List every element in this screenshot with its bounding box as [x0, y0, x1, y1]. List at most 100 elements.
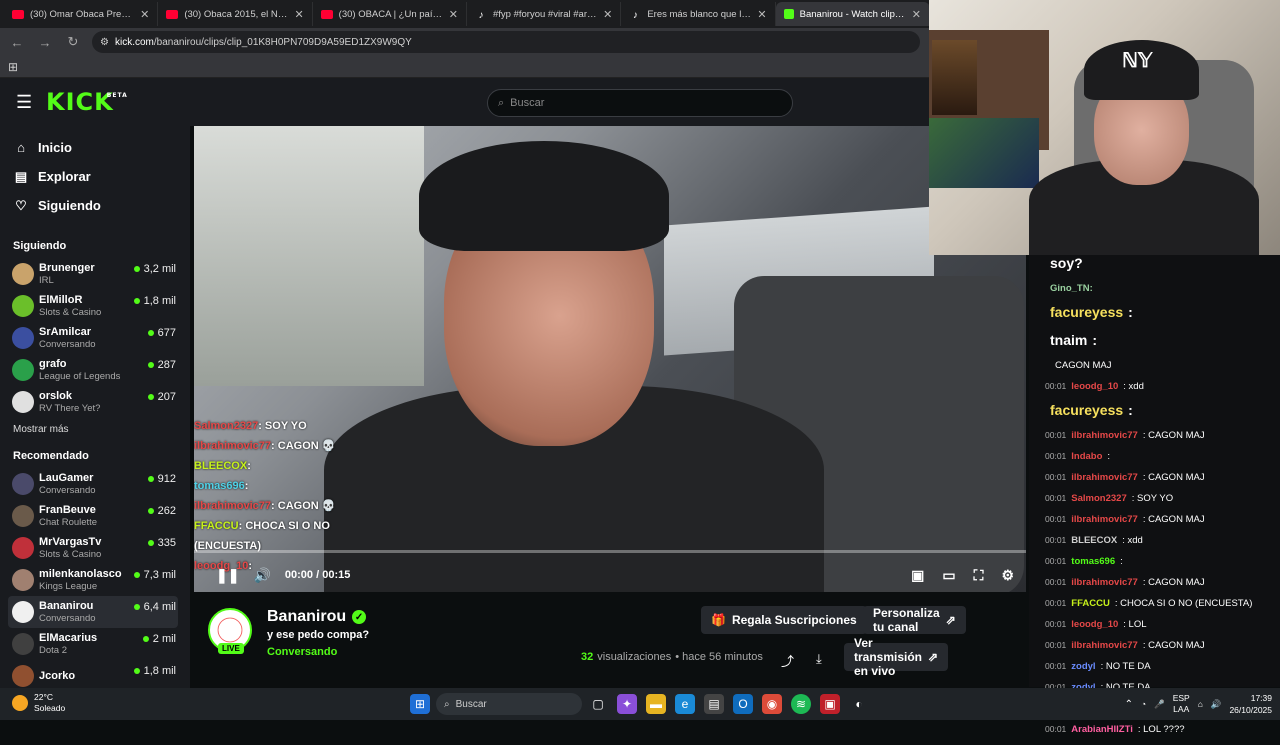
sidebar-nav-item[interactable]: ⌂ Inicio	[0, 133, 190, 162]
browser-tab[interactable]: (30) Omar Obaca Presidente 20 ✕	[4, 2, 159, 26]
chrome-icon[interactable]: ◉	[762, 694, 782, 714]
sidebar-channel[interactable]: Jcorko 1,8 mil	[0, 660, 190, 688]
copilot-icon[interactable]: ✦	[617, 694, 637, 714]
sidebar-channel[interactable]: LauGamer Conversando 912	[0, 468, 190, 500]
channel-name-row[interactable]: Bananirou ✓	[267, 608, 367, 626]
sidebar-nav-item[interactable]: ▤ Explorar	[0, 162, 190, 191]
sidebar-channel[interactable]: FranBeuve Chat Roulette 262	[0, 500, 190, 532]
volume-icon[interactable]: 🔊	[253, 567, 270, 584]
streamer-cap	[419, 141, 669, 251]
channel-avatar	[12, 537, 34, 559]
mic-icon[interactable]: 🎤	[1154, 699, 1165, 710]
sidebar-channel[interactable]: ElMilloR Slots & Casino 1,8 mil	[0, 290, 190, 322]
reload-icon[interactable]: ↻	[64, 34, 82, 50]
forward-icon[interactable]: →	[36, 35, 54, 50]
kick-logo[interactable]: KICK BETA	[46, 88, 127, 116]
viewer-count: 287	[147, 359, 176, 371]
background-poster	[932, 40, 977, 115]
channel-name: Jcorko	[39, 669, 76, 682]
viewer-count: 1,8 mil	[133, 295, 176, 307]
viewer-count: 7,3 mil	[133, 569, 176, 581]
chat-username: zodyl	[1071, 661, 1096, 672]
language-indicator[interactable]: ESP LAA	[1173, 693, 1190, 715]
channel-category[interactable]: Conversando	[267, 646, 337, 658]
close-icon[interactable]: ✕	[294, 8, 303, 21]
tab-label: Bananirou - Watch clips o	[799, 8, 906, 20]
video-progress-bar[interactable]	[194, 550, 1026, 553]
app-icon[interactable]: ▣	[820, 694, 840, 714]
channel-avatar	[12, 633, 34, 655]
live-dot-icon	[147, 394, 154, 400]
sidebar-channel[interactable]: orslok RV There Yet? 207	[0, 386, 190, 418]
share-icon[interactable]: ⤴	[781, 651, 794, 670]
pause-icon[interactable]: ❚❚	[216, 567, 239, 584]
close-icon[interactable]: ✕	[912, 8, 921, 21]
fullscreen-icon[interactable]: ⛶	[974, 567, 984, 584]
browser-tab[interactable]: (30) OBACA | ¿Un país sin drog ✕	[313, 2, 467, 26]
sidebar-nav-label: Siguiendo	[38, 198, 101, 213]
gift-subs-button[interactable]: 🎁 Regala Suscripciones	[701, 606, 867, 634]
browser-tab[interactable]: ♪ Eres más blanco que la leche tú ✕	[621, 2, 776, 26]
chat-username: ilbrahimovic77	[1071, 430, 1138, 441]
sidebar-channel[interactable]: ElMacarius Dota 2 2 mil	[0, 628, 190, 660]
settings-icon[interactable]: ⚙	[1001, 567, 1014, 584]
sidebar-channel[interactable]: Bananirou Conversando 6,4 mil	[8, 596, 178, 628]
close-icon[interactable]: ✕	[449, 8, 458, 21]
site-info-icon[interactable]: ⚙	[100, 37, 109, 48]
spotify-icon[interactable]: ≋	[791, 694, 811, 714]
search-input[interactable]: ⌕ Buscar	[487, 89, 793, 117]
apps-grid-icon[interactable]: ⊞	[8, 60, 18, 74]
sidebar-channel[interactable]: MrVargasTv Slots & Casino 335	[0, 532, 190, 564]
store-icon[interactable]: ▤	[704, 694, 724, 714]
theater-mode-icon[interactable]: ▭	[942, 567, 955, 584]
weather-widget[interactable]: 22°C Soleado	[12, 692, 65, 714]
sidebar-nav-label: Explorar	[38, 169, 91, 184]
viewer-count: 335	[147, 537, 176, 549]
browser-tab[interactable]: ♪ #fyp #foryou #viral #argentina ✕	[467, 2, 622, 26]
show-more-link[interactable]: Mostrar más	[0, 424, 190, 442]
pip-icon[interactable]: ▣	[911, 567, 924, 584]
channel-name: Bananirou	[39, 599, 94, 612]
clock[interactable]: 17:39 26/10/2025	[1229, 692, 1272, 716]
file-explorer-icon[interactable]: ▬	[646, 694, 666, 714]
channel-category: Slots & Casino	[39, 548, 102, 560]
task-view-icon[interactable]: ▢	[588, 694, 608, 714]
sidebar-channel[interactable]: Brunenger IRL 3,2 mil	[0, 258, 190, 290]
browser-tab[interactable]: Bananirou - Watch clips o ✕	[775, 2, 930, 26]
close-icon[interactable]: ✕	[757, 8, 766, 21]
sidebar-nav-item[interactable]: ♡ Siguiendo	[0, 191, 190, 220]
wifi-icon[interactable]: ◔	[1141, 699, 1146, 709]
weather-status: Soleado	[34, 703, 66, 713]
back-icon[interactable]: ←	[8, 35, 26, 50]
sidebar-channel[interactable]: SrAmilcar Conversando 677	[0, 322, 190, 354]
chat-message: 00:01 ilbrahimovic77: CAGON MAJ	[1029, 430, 1280, 451]
edge-icon[interactable]: e	[675, 694, 695, 714]
close-icon[interactable]: ✕	[140, 8, 149, 21]
chat-username: facureyess	[1050, 402, 1124, 418]
menu-icon[interactable]: ☰	[16, 92, 36, 113]
webcam-overlay: ℕ𝕐	[929, 0, 1280, 255]
customize-channel-button[interactable]: Personaliza tu canal ⇗	[863, 606, 966, 634]
taskbar-search[interactable]: ⌕ Buscar	[436, 693, 582, 715]
channel-name: Brunenger	[39, 261, 95, 274]
volume-icon[interactable]: 🔊	[1211, 699, 1222, 710]
sidebar-channel[interactable]: milenkanolasco Kings League 7,3 mil	[0, 564, 190, 596]
chat-username: ilbrahimovic77	[1071, 472, 1138, 483]
channel-name[interactable]: Bananirou	[267, 608, 346, 626]
sidebar-channel[interactable]: grafo League of Legends 287	[0, 354, 190, 386]
chat-message: 00:01 leoodg_10: LOL	[1029, 619, 1280, 640]
close-icon[interactable]: ✕	[603, 8, 612, 21]
obs-icon[interactable]: ◐	[849, 694, 869, 714]
url-field[interactable]: ⚙ kick.com/bananirou/clips/clip_01K8H0PN…	[92, 31, 920, 53]
browser-tab[interactable]: (30) Obaca 2015, el Nuevo IVA ✕	[158, 2, 313, 26]
chevron-up-icon[interactable]: ⌃	[1125, 699, 1133, 710]
network-icon[interactable]: ⌂	[1198, 699, 1203, 709]
download-icon[interactable]: ⤓	[816, 651, 822, 667]
watch-live-button[interactable]: Ver transmisión en vivo ⇗	[844, 636, 949, 678]
chat-timestamp: 00:01	[1045, 556, 1067, 566]
outlook-icon[interactable]: O	[733, 694, 753, 714]
start-icon[interactable]: ⊞	[410, 694, 430, 714]
tiktok-icon: ♪	[632, 9, 638, 21]
channel-avatar	[12, 665, 34, 687]
chat-message: soy?	[1029, 255, 1280, 283]
